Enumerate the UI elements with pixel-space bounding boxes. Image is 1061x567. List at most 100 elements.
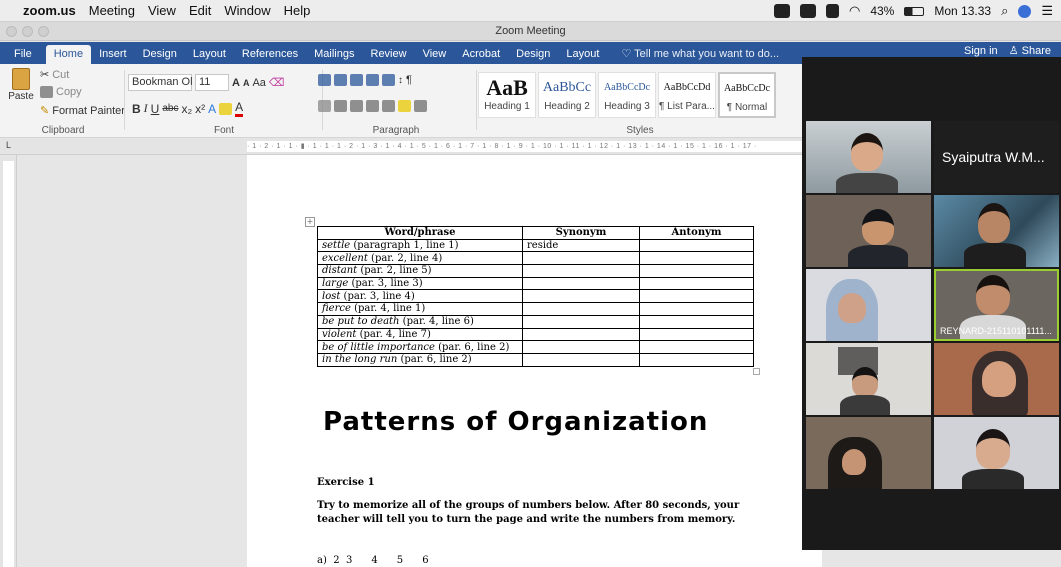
participant-tile[interactable] (934, 417, 1059, 489)
tell-me-box[interactable]: ♡ Tell me what you want to do... (613, 45, 787, 64)
participant-tile[interactable]: Syaiputra W.M... (934, 121, 1059, 193)
tab-view[interactable]: View (415, 45, 455, 64)
cell-antonym[interactable] (639, 340, 754, 354)
participant-tile[interactable] (806, 417, 931, 489)
tab-home[interactable]: Home (45, 45, 92, 64)
cell-antonym[interactable] (639, 302, 754, 316)
cell-word-phrase[interactable]: be of little importance (par. 6, line 2) (317, 340, 523, 354)
text-effects-button[interactable]: A (208, 102, 216, 116)
table-move-handle[interactable]: + (305, 217, 315, 227)
cell-synonym[interactable] (522, 264, 640, 278)
underline-button[interactable]: U (151, 102, 160, 116)
change-case-button[interactable]: Aa (252, 77, 265, 89)
cell-synonym[interactable] (522, 251, 640, 266)
table-row[interactable]: violent (par. 4, line 7) (317, 327, 754, 342)
cell-word-phrase[interactable]: be put to death (par. 4, line 6) (317, 314, 523, 329)
tab-references[interactable]: References (234, 45, 306, 64)
participant-tile[interactable] (806, 269, 931, 341)
subscript-button[interactable]: x₂ (181, 102, 192, 116)
increase-indent-icon[interactable] (382, 74, 395, 86)
font-size-dropdown[interactable]: 11 (195, 74, 229, 91)
zoom-gallery-panel[interactable]: Syaiputra W.M... REYNARD-215110101111... (802, 57, 1061, 550)
superscript-button[interactable]: x² (195, 102, 205, 116)
shrink-font-button[interactable]: A (243, 78, 250, 88)
cell-word-phrase[interactable]: violent (par. 4, line 7) (317, 327, 523, 342)
table-row[interactable]: lost (par. 3, line 4) (317, 289, 754, 304)
pilcrow-icon[interactable]: ¶ (406, 74, 412, 86)
tab-table-layout[interactable]: Layout (558, 45, 607, 64)
cell-antonym[interactable] (639, 238, 754, 253)
document-canvas[interactable]: + Word/phrase Synonym Antonym settle (pa… (17, 155, 822, 567)
numbering-icon[interactable] (334, 74, 347, 86)
participant-tile[interactable] (934, 195, 1059, 267)
cell-antonym[interactable] (639, 352, 754, 367)
cell-word-phrase[interactable]: settle (paragraph 1, line 1) (317, 238, 523, 253)
battery-icon[interactable] (904, 6, 925, 16)
cell-word-phrase[interactable]: large (par. 3, line 3) (317, 276, 523, 291)
cell-word-phrase[interactable]: lost (par. 3, line 4) (317, 289, 523, 304)
align-left-icon[interactable] (318, 100, 331, 112)
sign-in-link[interactable]: Sign in (964, 45, 998, 57)
borders-icon[interactable] (414, 100, 427, 112)
menu-window[interactable]: Window (224, 3, 270, 18)
cell-synonym[interactable] (522, 340, 640, 354)
style-list-paragraph[interactable]: AaBbCcDd ¶ List Para... (658, 72, 716, 118)
style-heading-1[interactable]: AaB Heading 1 (478, 72, 536, 118)
menu-meeting[interactable]: Meeting (89, 3, 135, 18)
bullets-icon[interactable] (318, 74, 331, 86)
clear-formatting-icon[interactable]: ⌫ (269, 76, 285, 89)
align-center-icon[interactable] (334, 100, 347, 112)
cell-word-phrase[interactable]: excellent (par. 2, line 4) (317, 251, 523, 266)
menu-view[interactable]: View (148, 3, 176, 18)
table-row[interactable]: settle (paragraph 1, line 1) reside (317, 238, 754, 253)
tab-design[interactable]: Design (135, 45, 185, 64)
grow-font-button[interactable]: A (232, 77, 240, 89)
cell-synonym[interactable] (522, 327, 640, 342)
zoom-status-icon[interactable] (773, 4, 790, 18)
style-normal[interactable]: AaBbCcDc ¶ Normal (718, 72, 776, 118)
menu-app[interactable]: zoom.us (23, 3, 76, 18)
cell-word-phrase[interactable]: distant (par. 2, line 5) (317, 264, 523, 278)
font-color-button[interactable]: A (235, 100, 244, 117)
tab-review[interactable]: Review (363, 45, 415, 64)
style-heading-2[interactable]: AaBbCc Heading 2 (538, 72, 596, 118)
justify-icon[interactable] (366, 100, 379, 112)
table-row[interactable]: in the long run (par. 6, line 2) (317, 352, 754, 367)
table-row[interactable]: excellent (par. 2, line 4) (317, 251, 754, 266)
cell-antonym[interactable] (639, 314, 754, 329)
menu-help[interactable]: Help (284, 3, 311, 18)
participant-tile[interactable] (806, 195, 931, 267)
cell-antonym[interactable] (639, 276, 754, 291)
multilevel-list-icon[interactable] (350, 74, 363, 86)
spotlight-icon[interactable]: ⌕ (1001, 3, 1008, 19)
table-row[interactable]: be of little importance (par. 6, line 2) (317, 340, 754, 354)
align-right-icon[interactable] (350, 100, 363, 112)
tab-mailings[interactable]: Mailings (306, 45, 362, 64)
paste-button[interactable]: Paste (6, 68, 36, 102)
table-resize-handle[interactable] (753, 368, 760, 375)
cell-synonym[interactable] (522, 289, 640, 304)
cell-word-phrase[interactable]: fierce (par. 4, line 1) (317, 302, 523, 316)
vertical-ruler[interactable] (0, 155, 17, 567)
document-page[interactable]: + Word/phrase Synonym Antonym settle (pa… (247, 155, 822, 567)
table-row[interactable]: be put to death (par. 4, line 6) (317, 314, 754, 329)
line-spacing-icon[interactable] (382, 100, 395, 112)
tab-insert[interactable]: Insert (91, 45, 135, 64)
participant-tile[interactable] (806, 121, 931, 193)
clock[interactable]: Mon 13.33 (934, 4, 991, 18)
table-row[interactable]: fierce (par. 4, line 1) (317, 302, 754, 316)
format-painter-button[interactable]: ✎ Format Painter (40, 104, 125, 118)
share-button[interactable]: Share (1022, 45, 1051, 57)
participant-tile[interactable] (806, 343, 931, 415)
horizontal-ruler[interactable]: L · 1 · 2 · 1 · 1 · ▮ · 1 · 1 · 1 · 2 · … (0, 138, 802, 155)
font-name-dropdown[interactable]: Bookman Ol (128, 74, 193, 91)
cell-antonym[interactable] (639, 327, 754, 342)
highlight-color-icon[interactable] (219, 102, 233, 115)
tab-acrobat[interactable]: Acrobat (454, 45, 508, 64)
strikethrough-button[interactable]: abc (162, 103, 178, 114)
menu-edit[interactable]: Edit (189, 3, 211, 18)
camera-icon[interactable] (799, 4, 816, 18)
tab-layout[interactable]: Layout (185, 45, 234, 64)
cell-synonym[interactable] (522, 276, 640, 291)
vocabulary-table[interactable]: Word/phrase Synonym Antonym settle (para… (317, 226, 754, 367)
